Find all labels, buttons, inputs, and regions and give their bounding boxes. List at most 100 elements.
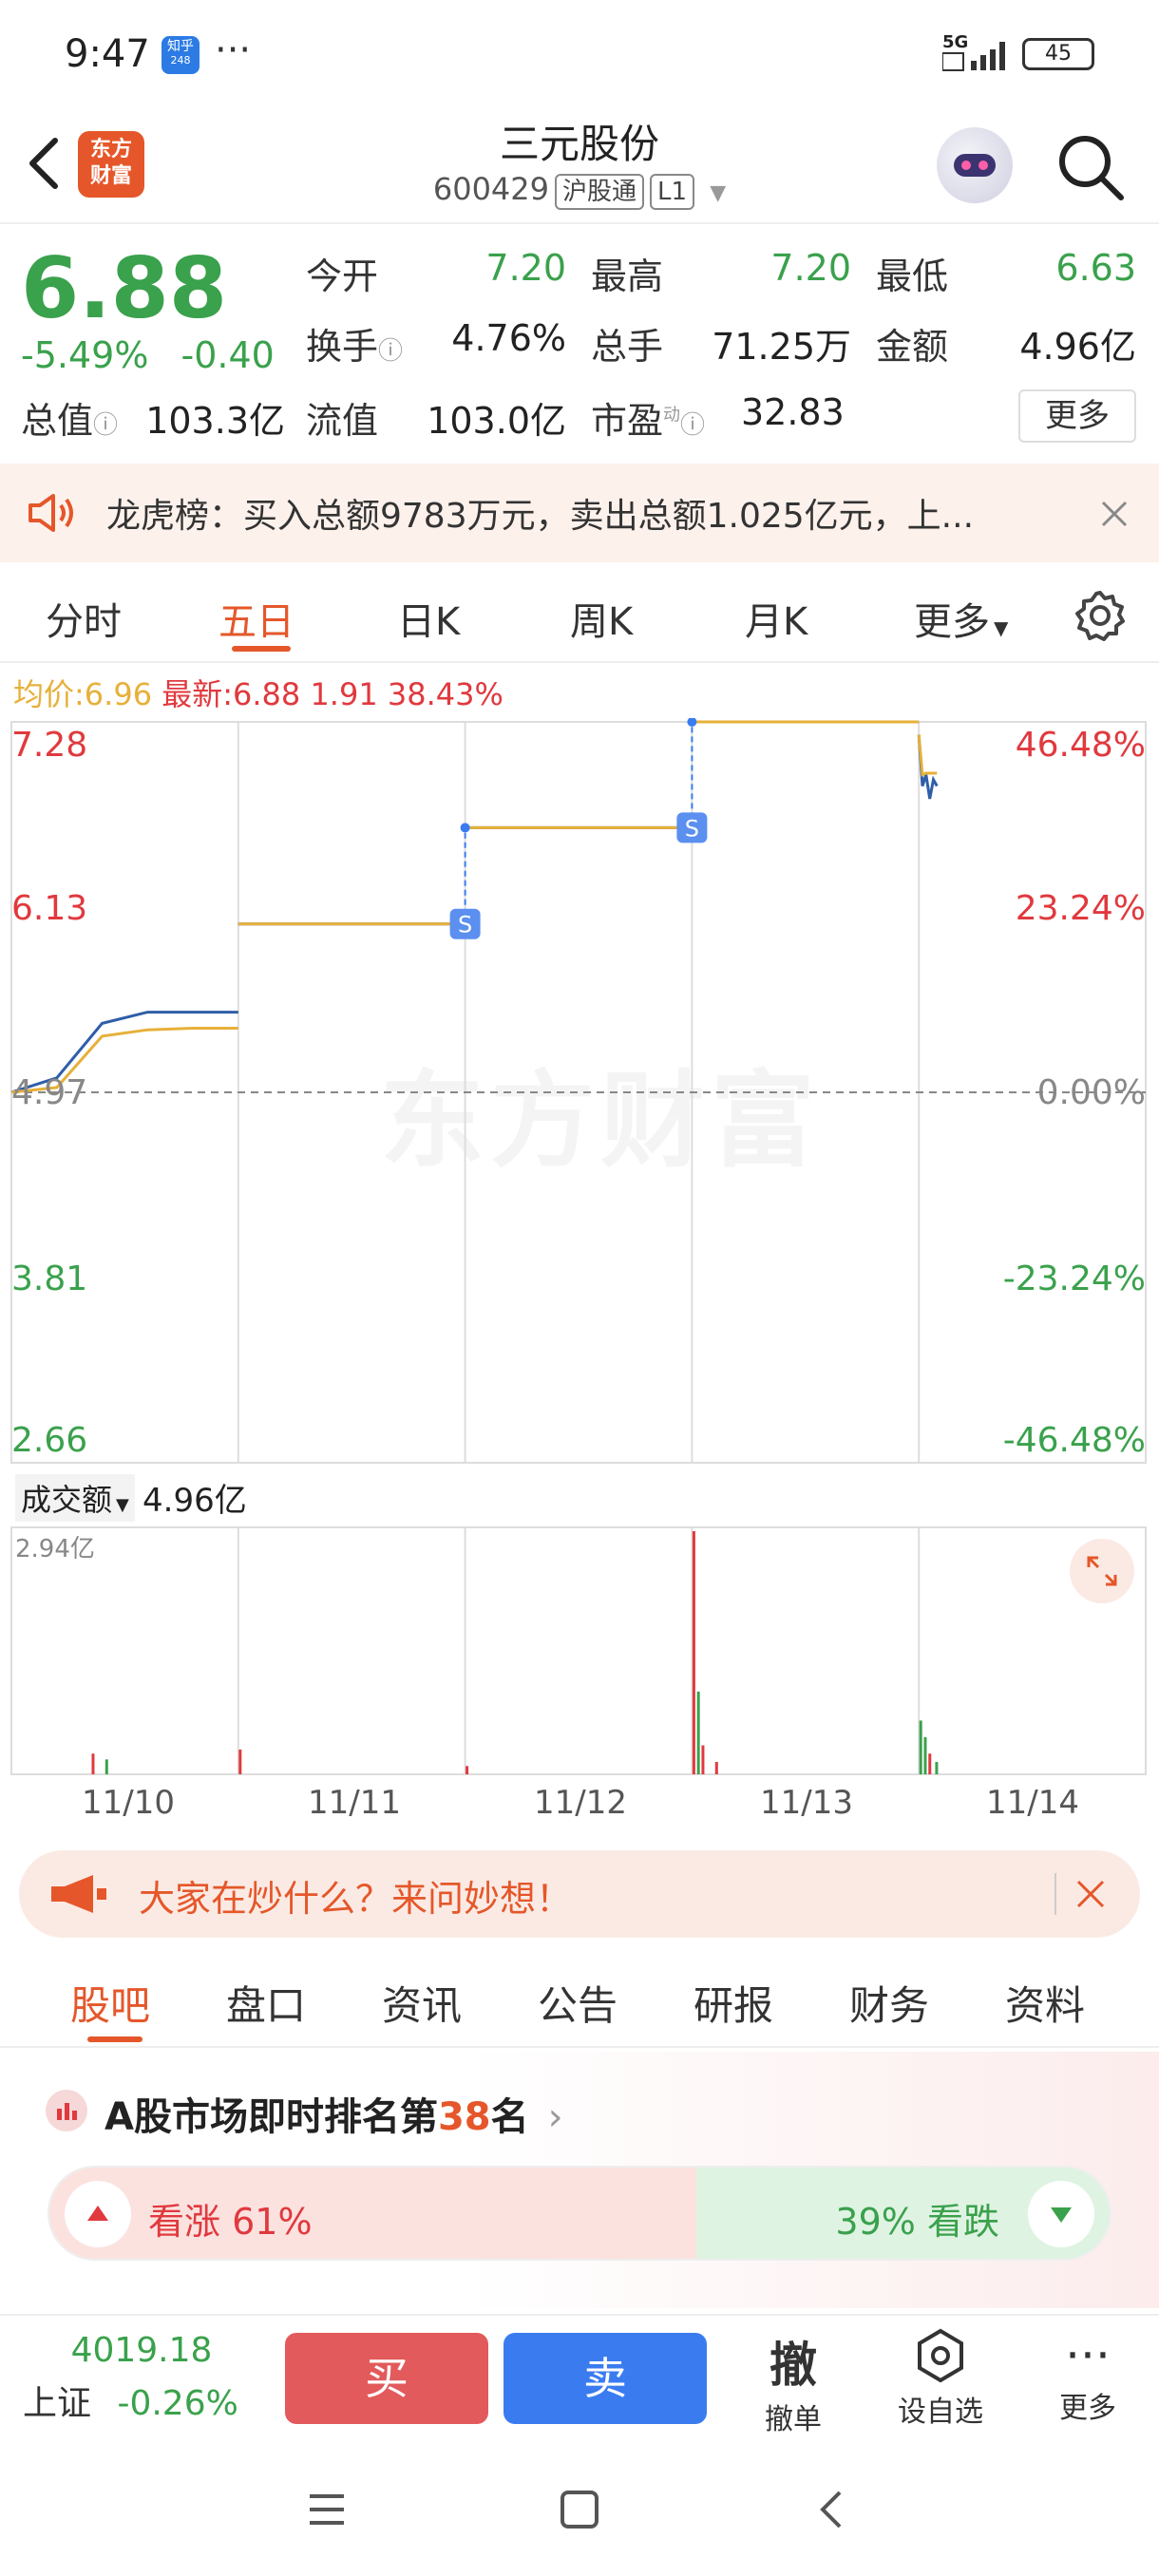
tab-weekly-k[interactable]: 周K: [570, 591, 633, 646]
price-axis-4: 3.81: [11, 1260, 88, 1298]
tab-order-book[interactable]: 盘口: [226, 1974, 306, 2032]
change-amount: -0.40: [180, 334, 275, 376]
latest-label: 最新:: [162, 676, 234, 712]
index-ticker[interactable]: 4019.18 上证 -0.26%: [23, 2331, 260, 2425]
row-pct-value: 38.43%: [387, 676, 504, 712]
index-change: -0.26%: [117, 2384, 238, 2423]
volume-total: 4.96亿: [142, 1482, 247, 1520]
mktcap-value: 103.3亿: [145, 400, 285, 442]
close-icon[interactable]: [1100, 500, 1129, 528]
add-watchlist-button[interactable]: 设自选: [884, 2327, 998, 2430]
zhihu-app-icon: 知乎 248: [162, 36, 200, 74]
volume-type-selector[interactable]: 成交额 ▼: [15, 1474, 135, 1522]
info-icon: ⓘ: [378, 337, 404, 366]
volume-value: 71.25万: [712, 326, 851, 368]
average-price-row: 均价:6.96 最新:6.88 1.91 38.43%: [13, 671, 504, 714]
more-label: 更多: [1059, 2392, 1116, 2425]
volume-max-label: 2.94亿: [15, 1535, 95, 1563]
triangle-down-icon: [1051, 2207, 1072, 2223]
dragon-tiger-notice[interactable]: 龙虎榜：买入总额9783万元，卖出总额1.025亿元，上...: [0, 464, 1159, 562]
tab-more[interactable]: 更多 ▼: [914, 591, 1008, 646]
signal-marker-label: S: [685, 815, 699, 842]
tab-monthly-k[interactable]: 月K: [745, 591, 808, 646]
notification-more-icon: ···: [215, 28, 252, 72]
pct-axis-bottom: -46.48%: [1002, 1421, 1146, 1460]
pct-axis-top: 46.48%: [1015, 726, 1146, 765]
cancel-icon: 撤: [770, 2338, 817, 2393]
tab-daily-k[interactable]: 日K: [397, 591, 460, 646]
open-label: 今开: [306, 256, 379, 297]
cancel-order-button[interactable]: 撤 撤单: [750, 2327, 836, 2437]
stock-code: 600429: [432, 171, 549, 207]
content-section-tabs: 股吧 盘口 资讯 公告 研报 财务 资料: [0, 1953, 1159, 2048]
speaker-icon: [28, 494, 73, 532]
robot-assistant-icon[interactable]: [937, 127, 1013, 203]
tab-intraday[interactable]: 分时: [46, 591, 122, 646]
bullish-text: 看涨 61%: [148, 2201, 313, 2243]
current-price: 6.88: [21, 239, 228, 337]
dropdown-caret-icon: ▼: [116, 1495, 129, 1515]
pct-axis-mid: 0.00%: [1036, 1073, 1146, 1112]
rank-number: 38: [437, 2095, 491, 2139]
gap-point: [460, 823, 470, 833]
bullish-button[interactable]: [65, 2181, 131, 2247]
back-icon[interactable]: [809, 2487, 855, 2532]
tab-profile[interactable]: 资料: [1005, 1974, 1085, 2032]
ranking-text[interactable]: A股市场即时排名第38名 ›: [104, 2086, 563, 2141]
info-icon: ⓘ: [93, 411, 119, 440]
date-label: 11/14: [986, 1784, 1079, 1822]
tab-five-day[interactable]: 五日: [218, 591, 294, 646]
search-icon[interactable]: [1053, 129, 1129, 205]
divider: [1054, 1873, 1056, 1915]
turnover-label: 换手ⓘ: [306, 326, 404, 368]
bearish-button[interactable]: [1028, 2181, 1094, 2247]
home-icon[interactable]: [557, 2487, 602, 2532]
zhihu-label: 知乎: [167, 39, 194, 54]
gear-icon[interactable]: [1074, 589, 1127, 642]
volume-label: 总手: [591, 326, 664, 368]
volume-chart-frame: [10, 1526, 1147, 1775]
sentiment-bar: 看涨 61% 39% 看跌: [48, 2166, 1112, 2261]
index-name: 上证: [23, 2384, 92, 2423]
quote-panel: 6.88 -5.49% -0.40 今开 7.20 最高 7.20 最低 6.6…: [0, 226, 1159, 454]
index-value: 4019.18: [70, 2331, 213, 2370]
active-tab-underline: [232, 646, 291, 652]
tab-finance[interactable]: 财务: [849, 1974, 929, 2032]
zhihu-sub: 248: [170, 54, 191, 66]
float-value: 103.0亿: [427, 400, 566, 442]
tab-research[interactable]: 研报: [694, 1974, 773, 2032]
hgt-tag: 沪股通: [555, 174, 645, 210]
more-quote-button[interactable]: 更多: [1018, 389, 1136, 443]
close-icon[interactable]: [1075, 1879, 1106, 1909]
ask-miaoxiang-banner[interactable]: 大家在炒什么？来问妙想！: [19, 1850, 1140, 1938]
battery-icon: 45: [1022, 38, 1094, 70]
avg-value: 6.96: [84, 676, 153, 712]
high-label: 最高: [591, 256, 664, 297]
row-vol-value: 1.91: [310, 676, 378, 712]
more-actions-button[interactable]: ··· 更多: [1036, 2327, 1140, 2426]
sell-button[interactable]: 卖: [504, 2333, 707, 2424]
dropdown-caret-icon: ▼: [994, 616, 1009, 639]
tab-announcements[interactable]: 公告: [538, 1974, 618, 2032]
float-label: 流值: [306, 400, 379, 442]
dropdown-caret-icon: ▼: [710, 181, 727, 205]
menu-icon[interactable]: [304, 2487, 350, 2532]
expand-chart-icon[interactable]: [1070, 1539, 1134, 1603]
more-dots-icon: ···: [1065, 2328, 1111, 2383]
triangle-up-icon: [87, 2206, 108, 2221]
hexagon-icon: [918, 2328, 963, 2383]
price-axis-bottom: 2.66: [11, 1421, 88, 1460]
five-day-chart[interactable]: SS: [0, 718, 1159, 1839]
chart-period-tabs: 分时 五日 日K 周K 月K 更多 ▼: [0, 562, 1159, 663]
price-axis-2: 6.13: [11, 889, 88, 928]
index-change-row: 上证 -0.26%: [23, 2376, 260, 2425]
turnover-value: 4.76%: [451, 317, 566, 359]
latest-value: 6.88: [233, 676, 301, 712]
megaphone-icon: [51, 1875, 106, 1913]
tab-guba[interactable]: 股吧: [70, 1974, 150, 2032]
buy-button[interactable]: 买: [285, 2333, 488, 2424]
tab-news[interactable]: 资讯: [382, 1974, 462, 2032]
date-label: 11/10: [82, 1784, 175, 1822]
market-ranking-card: A股市场即时排名第38名 › 看涨 61% 39% 看跌: [0, 2052, 1159, 2308]
price-axis-top: 7.28: [11, 726, 88, 765]
